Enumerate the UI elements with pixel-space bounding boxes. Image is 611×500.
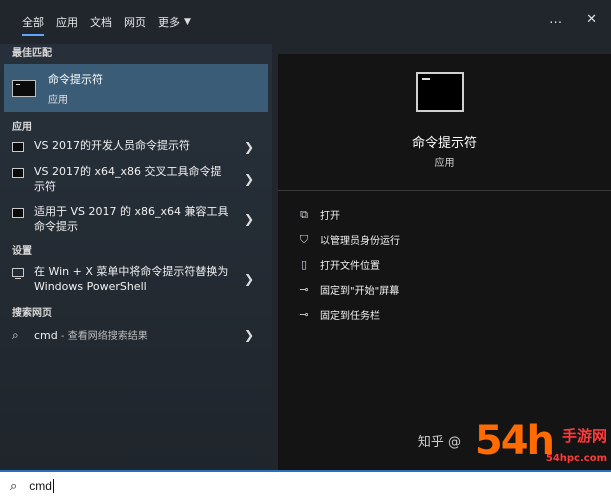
- search-input[interactable]: cmd: [29, 479, 52, 493]
- action-open-file-location[interactable]: ▯ 打开文件位置: [298, 252, 400, 277]
- command-prompt-large-icon: [416, 72, 464, 112]
- command-prompt-icon: [12, 79, 36, 97]
- action-open[interactable]: ⧉ 打开: [298, 202, 400, 227]
- monitor-icon: [12, 268, 24, 279]
- file-location-icon: ▯: [300, 258, 308, 271]
- command-prompt-icon: [12, 168, 24, 178]
- action-list: ⧉ 打开 ⛉ 以管理员身份运行 ▯ 打开文件位置 ⊸ 固定到"开始"屏幕 ⊸ 固…: [298, 202, 400, 327]
- command-prompt-icon: [12, 208, 24, 218]
- filter-tabs-bar: 全部 应用 文档 网页 更多 ▼ … ✕: [0, 0, 611, 44]
- detail-title: 命令提示符: [411, 136, 477, 151]
- search-box[interactable]: ⌕ cmd: [0, 470, 611, 500]
- search-icon: ⌕: [12, 328, 19, 342]
- chevron-right-icon[interactable]: ❯: [244, 328, 254, 342]
- best-match-title: 命令提示符: [48, 72, 103, 86]
- results-pane: 最佳匹配 命令提示符 应用 应用 VS 2017的开发人员命令提示符 ❯ VS …: [0, 44, 272, 470]
- start-search-window: 全部 应用 文档 网页 更多 ▼ … ✕ 最佳匹配 命令提示符 应用 应用 VS …: [0, 0, 611, 470]
- divider: [278, 190, 611, 191]
- pin-taskbar-icon: ⊸: [299, 308, 309, 321]
- detail-type: 应用: [434, 158, 455, 169]
- chevron-down-icon: ▼: [184, 17, 191, 27]
- open-icon: ⧉: [300, 207, 308, 221]
- chevron-right-icon[interactable]: ❯: [244, 140, 254, 154]
- search-icon: ⌕: [10, 478, 18, 494]
- action-run-as-admin[interactable]: ⛉ 以管理员身份运行: [298, 227, 400, 252]
- watermark-zhihu: 知乎 @: [417, 435, 461, 450]
- text-cursor: [52, 479, 54, 493]
- app-result-vs-x86-x64[interactable]: 适用于 VS 2017 的 x86_x64 兼容工具命令提示 ❯: [0, 204, 268, 242]
- tab-more[interactable]: 更多 ▼: [158, 0, 191, 44]
- web-result-cmd[interactable]: ⌕ cmd - 查看网络搜索结果 ❯: [0, 328, 268, 352]
- tab-all[interactable]: 全部: [22, 0, 44, 44]
- best-match-type: 应用: [48, 94, 68, 106]
- shield-icon: ⛉: [299, 232, 309, 246]
- app-result-vs-dev-prompt[interactable]: VS 2017的开发人员命令提示符 ❯: [0, 138, 268, 164]
- tab-documents[interactable]: 文档: [90, 0, 112, 44]
- action-pin-to-start[interactable]: ⊸ 固定到"开始"屏幕: [298, 277, 400, 302]
- best-match-header: 最佳匹配: [12, 48, 52, 59]
- apps-header: 应用: [12, 122, 32, 133]
- settings-header: 设置: [12, 246, 32, 257]
- watermark-site: 手游网: [561, 427, 607, 445]
- pin-start-icon: ⊸: [299, 283, 309, 296]
- more-options-icon[interactable]: …: [549, 12, 562, 27]
- watermark: 知乎 @ 54h 手游网 54hpc.com: [391, 400, 611, 470]
- tab-web[interactable]: 网页: [124, 0, 146, 44]
- close-icon[interactable]: ✕: [586, 12, 597, 27]
- watermark-url: 54hpc.com: [545, 453, 607, 464]
- best-match-item[interactable]: 命令提示符 应用: [4, 64, 268, 112]
- watermark-logo: 54h: [474, 418, 555, 464]
- app-result-vs-x64-x86[interactable]: VS 2017的 x64_x86 交叉工具命令提示符 ❯: [0, 164, 268, 200]
- chevron-right-icon[interactable]: ❯: [244, 172, 254, 186]
- web-search-header: 搜索网页: [12, 308, 52, 319]
- command-prompt-icon: [12, 142, 24, 152]
- tab-apps[interactable]: 应用: [56, 0, 78, 44]
- action-pin-to-taskbar[interactable]: ⊸ 固定到任务栏: [298, 302, 400, 327]
- chevron-right-icon[interactable]: ❯: [244, 212, 254, 226]
- settings-result-powershell[interactable]: 在 Win + X 菜单中将命令提示符替换为 Windows PowerShel…: [0, 264, 268, 302]
- chevron-right-icon[interactable]: ❯: [244, 272, 254, 286]
